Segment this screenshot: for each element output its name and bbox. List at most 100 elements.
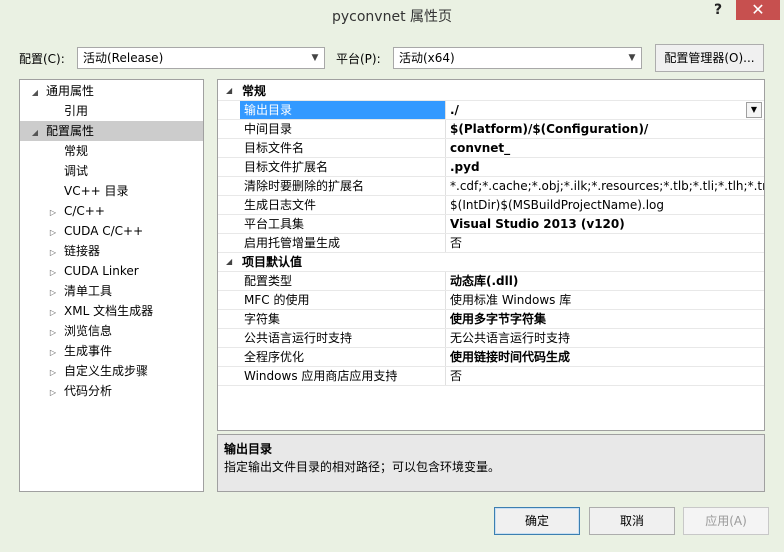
property-row[interactable]: 配置类型 动态库(.dll) xyxy=(218,272,764,291)
property-row[interactable]: 中间目录 $(Platform)/$(Configuration)/ xyxy=(218,120,764,139)
apply-button[interactable]: 应用(A) xyxy=(683,507,769,535)
category-label: 项目默认值 xyxy=(242,255,303,269)
property-value[interactable]: 使用链接时间代码生成 xyxy=(450,348,764,366)
ok-button[interactable]: 确定 xyxy=(494,507,580,535)
property-value[interactable]: 否 xyxy=(450,234,764,252)
expand-icon[interactable]: ▷ xyxy=(46,303,60,323)
tree-item-label: 引用 xyxy=(64,104,89,118)
tree-item-label: 配置属性 xyxy=(46,124,95,138)
tree-item-label: C/C++ xyxy=(64,204,105,218)
property-row[interactable]: 公共语言运行时支持 无公共语言运行时支持 xyxy=(218,329,764,348)
tree-item[interactable]: 常规 xyxy=(20,141,203,161)
close-button[interactable]: ✕ xyxy=(736,0,780,20)
property-row[interactable]: 字符集 使用多字节字符集 xyxy=(218,310,764,329)
tree-item-label: CUDA Linker xyxy=(64,264,139,278)
tree-item[interactable]: ▷ XML 文档生成器 xyxy=(20,301,203,321)
title-bar: pyconvnet 属性页 ? ✕ xyxy=(0,0,784,30)
property-value[interactable]: ./ xyxy=(450,101,764,119)
property-value[interactable]: 无公共语言运行时支持 xyxy=(450,329,764,347)
window-title: pyconvnet 属性页 xyxy=(331,9,453,25)
tree-item[interactable]: ◢ 通用属性 xyxy=(20,81,203,101)
config-manager-button[interactable]: 配置管理器(O)... xyxy=(655,44,764,72)
expand-icon[interactable]: ▷ xyxy=(46,223,60,243)
tree-item[interactable]: ▷ 浏览信息 xyxy=(20,321,203,341)
description-panel: 输出目录 指定输出文件目录的相对路径；可以包含环境变量。 xyxy=(217,434,765,492)
property-value[interactable]: Visual Studio 2013 (v120) xyxy=(450,215,764,233)
property-tree: ◢ 通用属性引用 ◢ 配置属性常规 调试 VC++ 目录 ▷ C/C++ ▷ CUDA C/C++… xyxy=(19,79,204,492)
chevron-down-icon: ▼ xyxy=(628,53,636,63)
tree-item-label: 链接器 xyxy=(64,244,101,258)
property-grid: ◢ 常规 输出目录 ./▼ 中间目录 $(Platform)/$(Configurat… xyxy=(217,79,765,431)
tree-item[interactable]: ▷ 生成事件 xyxy=(20,341,203,361)
expand-icon[interactable]: ▷ xyxy=(46,283,60,303)
property-value[interactable]: $(Platform)/$(Configuration)/ xyxy=(450,120,764,138)
property-value[interactable]: 否 xyxy=(450,367,764,385)
tree-item[interactable]: ▷ 清单工具 xyxy=(20,281,203,301)
tree-item[interactable]: VC++ 目录 xyxy=(20,181,203,201)
tree-item[interactable]: 调试 xyxy=(20,161,203,181)
collapse-icon[interactable]: ◢ xyxy=(226,82,238,100)
tree-item-label: 自定义生成步骤 xyxy=(64,364,149,378)
chevron-down-icon[interactable]: ▼ xyxy=(746,102,762,118)
property-row[interactable]: MFC 的使用 使用标准 Windows 库 xyxy=(218,291,764,310)
cancel-button[interactable]: 取消 xyxy=(589,507,675,535)
property-value[interactable]: convnet_ xyxy=(450,139,764,157)
expand-icon[interactable]: ▷ xyxy=(46,203,60,223)
category-project-defaults[interactable]: ◢ 项目默认值 xyxy=(218,253,764,272)
property-value[interactable]: 使用标准 Windows 库 xyxy=(450,291,764,309)
property-name: 启用托管增量生成 xyxy=(240,234,446,252)
expand-icon[interactable]: ▷ xyxy=(46,363,60,383)
property-name: 公共语言运行时支持 xyxy=(240,329,446,347)
property-name: Windows 应用商店应用支持 xyxy=(240,367,446,385)
property-row[interactable]: 启用托管增量生成否 xyxy=(218,234,764,253)
property-row[interactable]: 生成日志文件 $(IntDir)$(MSBuildProjectName).log xyxy=(218,196,764,215)
property-name: 输出目录 xyxy=(240,101,446,119)
tree-item-label: VC++ 目录 xyxy=(64,184,129,198)
collapse-icon[interactable]: ◢ xyxy=(28,83,42,103)
collapse-icon[interactable]: ◢ xyxy=(28,123,42,143)
tree-item[interactable]: ◢ 配置属性 xyxy=(20,121,203,141)
property-name: 全程序优化 xyxy=(240,348,446,366)
platform-value: 活动(x64) xyxy=(399,51,455,65)
property-value[interactable]: *.cdf;*.cache;*.obj;*.ilk;*.resources;*.… xyxy=(450,177,764,195)
tree-item[interactable]: ▷ 自定义生成步骤 xyxy=(20,361,203,381)
expand-icon[interactable]: ▷ xyxy=(46,323,60,343)
tree-item-label: 通用属性 xyxy=(46,84,95,98)
config-label: 配置(C): xyxy=(19,52,65,66)
platform-dropdown[interactable]: 活动(x64) ▼ xyxy=(393,47,642,69)
expand-icon[interactable]: ▷ xyxy=(46,383,60,403)
description-text: 指定输出文件目录的相对路径；可以包含环境变量。 xyxy=(224,460,501,474)
expand-icon[interactable]: ▷ xyxy=(46,343,60,363)
property-row[interactable]: 输出目录 ./▼ xyxy=(218,101,764,120)
property-name: 目标文件扩展名 xyxy=(240,158,446,176)
property-row[interactable]: Windows 应用商店应用支持否 xyxy=(218,367,764,386)
property-value[interactable]: 动态库(.dll) xyxy=(450,272,764,290)
tree-item[interactable]: 引用 xyxy=(20,101,203,121)
category-general[interactable]: ◢ 常规 xyxy=(218,82,764,101)
property-row[interactable]: 平台工具集 Visual Studio 2013 (v120) xyxy=(218,215,764,234)
property-value[interactable]: .pyd xyxy=(450,158,764,176)
property-name: 中间目录 xyxy=(240,120,446,138)
property-row[interactable]: 目标文件名 convnet_ xyxy=(218,139,764,158)
tree-item-label: 浏览信息 xyxy=(64,324,113,338)
description-title: 输出目录 xyxy=(224,442,273,456)
property-value[interactable]: 使用多字节字符集 xyxy=(450,310,764,328)
tree-item[interactable]: ▷ C/C++ xyxy=(20,201,203,221)
tree-item[interactable]: ▷ 链接器 xyxy=(20,241,203,261)
tree-item[interactable]: ▷ CUDA C/C++ xyxy=(20,221,203,241)
property-row[interactable]: 清除时要删除的扩展名 *.cdf;*.cache;*.obj;*.ilk;*.re… xyxy=(218,177,764,196)
collapse-icon[interactable]: ◢ xyxy=(226,253,238,271)
category-label: 常规 xyxy=(242,84,267,98)
property-value[interactable]: $(IntDir)$(MSBuildProjectName).log xyxy=(450,196,764,214)
property-row[interactable]: 目标文件扩展名 .pyd xyxy=(218,158,764,177)
expand-icon[interactable]: ▷ xyxy=(46,263,60,283)
tree-item-label: 生成事件 xyxy=(64,344,113,358)
expand-icon[interactable]: ▷ xyxy=(46,243,60,263)
tree-item[interactable]: ▷ 代码分析 xyxy=(20,381,203,401)
property-row[interactable]: 全程序优化 使用链接时间代码生成 xyxy=(218,348,764,367)
property-name: MFC 的使用 xyxy=(240,291,446,309)
tree-item[interactable]: ▷ CUDA Linker xyxy=(20,261,203,281)
property-pages-window: pyconvnet 属性页 ? ✕ 配置(C): 活动(Release) ▼ 平… xyxy=(0,0,784,552)
help-button[interactable]: ? xyxy=(701,2,735,22)
config-dropdown[interactable]: 活动(Release) ▼ xyxy=(77,47,325,69)
